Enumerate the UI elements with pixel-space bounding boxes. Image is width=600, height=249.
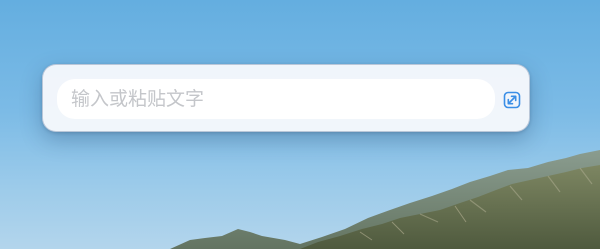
text-input[interactable] <box>57 79 495 119</box>
expand-icon <box>503 91 521 109</box>
expand-button[interactable] <box>502 90 522 110</box>
text-input-panel <box>42 64 530 132</box>
text-input-container <box>57 79 495 119</box>
